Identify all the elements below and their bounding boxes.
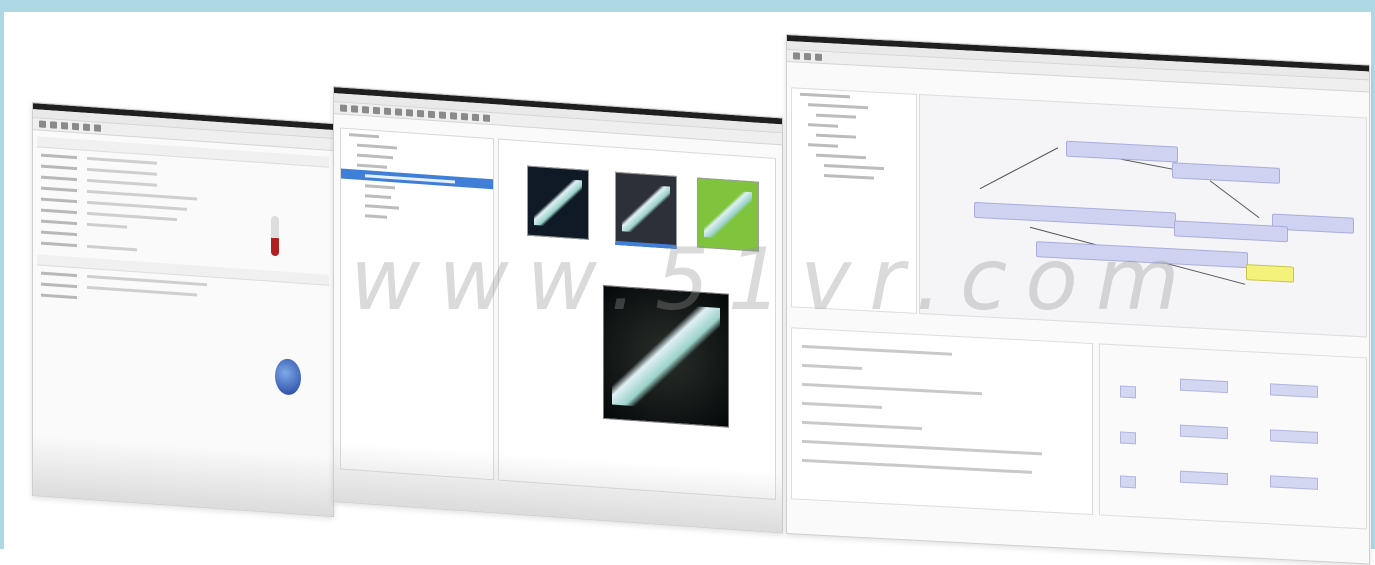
toolbar-button[interactable]: [406, 109, 413, 117]
toolbar-button[interactable]: [450, 112, 457, 120]
code-line: [802, 458, 1032, 474]
toolbar-button[interactable]: [61, 122, 68, 130]
code-line: [802, 401, 882, 410]
right-frame-border: [1371, 0, 1375, 549]
graph-node[interactable]: [1180, 424, 1228, 440]
toolbar-button[interactable]: [428, 110, 435, 119]
toolbar-button[interactable]: [395, 108, 402, 116]
toolbar-button[interactable]: [373, 106, 380, 115]
graph-node[interactable]: [1270, 429, 1318, 444]
graph-edge: [979, 147, 1059, 190]
thermometer-icon: [271, 215, 279, 257]
top-frame-border: [0, 0, 1375, 12]
toolbar-button[interactable]: [351, 105, 358, 113]
toolbar-button[interactable]: [72, 122, 79, 131]
toolbar-button[interactable]: [83, 123, 90, 132]
toolbar-button[interactable]: [815, 53, 822, 61]
graph-node-highlighted[interactable]: [1246, 264, 1294, 283]
toolbar-button[interactable]: [483, 114, 490, 122]
toolbar-button[interactable]: [94, 124, 101, 132]
graph-node[interactable]: [1120, 431, 1136, 445]
code-line: [802, 344, 952, 356]
graph-node[interactable]: [1120, 475, 1136, 489]
toolbar-button[interactable]: [362, 106, 369, 114]
graph-node[interactable]: [1180, 470, 1228, 486]
mini-graph-view[interactable]: [1099, 343, 1367, 530]
toolbar-button[interactable]: [340, 104, 347, 112]
toolbar-button[interactable]: [461, 112, 468, 121]
toolbar-button[interactable]: [439, 111, 446, 119]
image-thumbnail[interactable]: [527, 165, 589, 240]
graph-edge: [1209, 180, 1260, 219]
code-line: [802, 439, 1042, 456]
reflection-fade: [33, 435, 333, 517]
graph-node[interactable]: [1066, 140, 1178, 163]
graph-node[interactable]: [1172, 162, 1280, 184]
globe-icon: [275, 357, 301, 396]
properties-window: [32, 102, 334, 518]
code-line: [802, 382, 982, 396]
graph-node[interactable]: [1180, 378, 1228, 394]
toolbar-button[interactable]: [39, 120, 46, 128]
code-line: [802, 363, 862, 370]
toolbar-button[interactable]: [804, 52, 811, 61]
graph-node[interactable]: [1120, 385, 1136, 399]
watermark-text: www.51vr.com: [350, 230, 1198, 330]
script-editor[interactable]: [791, 327, 1093, 516]
toolbar-button[interactable]: [384, 107, 391, 116]
left-frame-border: [0, 0, 4, 549]
code-line: [802, 420, 922, 431]
graph-node[interactable]: [1270, 383, 1318, 398]
graph-node[interactable]: [974, 201, 1176, 229]
toolbar-button[interactable]: [417, 109, 424, 118]
graph-node[interactable]: [1270, 475, 1318, 490]
toolbar-button[interactable]: [472, 113, 479, 122]
toolbar-button[interactable]: [50, 121, 57, 129]
toolbar-button[interactable]: [793, 52, 800, 60]
